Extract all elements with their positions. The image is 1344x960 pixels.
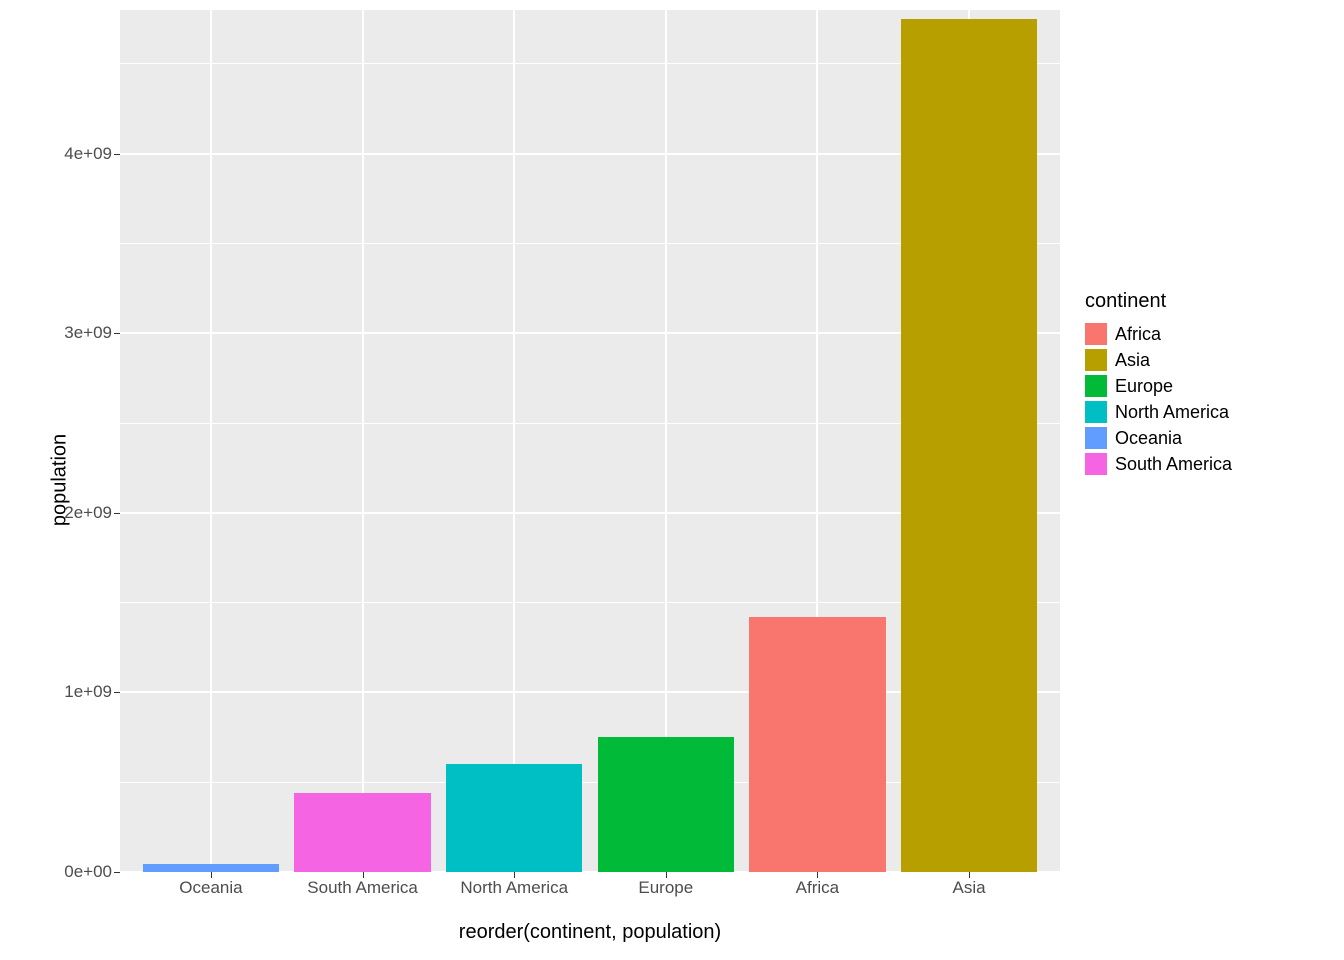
bar (294, 793, 430, 872)
x-axis-label: reorder(continent, population) (120, 921, 1060, 944)
legend-key (1085, 401, 1107, 423)
legend-key (1085, 453, 1107, 475)
bar (598, 737, 734, 872)
xtick-label: North America (460, 878, 568, 898)
legend-item: Europe (1085, 375, 1232, 397)
legend-title: continent (1085, 290, 1232, 313)
x-ticks: Oceania South America North America Europe A… (120, 872, 1060, 912)
legend-label: Asia (1115, 350, 1150, 371)
legend-key (1085, 375, 1107, 397)
ytick-label: 2e+09 (64, 503, 112, 523)
legend-item: Africa (1085, 323, 1232, 345)
legend-label: Oceania (1115, 428, 1182, 449)
legend-item: Asia (1085, 349, 1232, 371)
bar (446, 764, 582, 872)
ytick-label: 0e+00 (64, 862, 112, 882)
legend-label: Africa (1115, 324, 1161, 345)
legend-key (1085, 349, 1107, 371)
bar (749, 617, 885, 872)
xtick-label: Asia (952, 878, 985, 898)
legend-key (1085, 323, 1107, 345)
ytick-label: 4e+09 (64, 144, 112, 164)
gridline-v (210, 10, 212, 872)
xtick-label: Oceania (179, 878, 242, 898)
legend-label: North America (1115, 402, 1229, 423)
ytick-label: 3e+09 (64, 323, 112, 343)
legend-label: South America (1115, 454, 1232, 475)
ytick-mark (114, 513, 120, 514)
chart-container: population 0e+001e+092e+093e+094e+09 Oce… (0, 0, 1344, 960)
legend-label: Europe (1115, 376, 1173, 397)
plot-area (120, 10, 1060, 872)
bar (901, 19, 1037, 872)
xtick-label: South America (307, 878, 418, 898)
xtick-label: Europe (638, 878, 693, 898)
legend-item: North America (1085, 401, 1232, 423)
ytick-mark (114, 333, 120, 334)
legend-item: Oceania (1085, 427, 1232, 449)
bar (143, 864, 279, 872)
ytick-label: 1e+09 (64, 682, 112, 702)
legend-key (1085, 427, 1107, 449)
gridline-v (362, 10, 364, 872)
xtick-label: Africa (796, 878, 839, 898)
legend: continent Africa Asia Europe North America O… (1085, 290, 1232, 479)
ytick-mark (114, 692, 120, 693)
gridline-v (513, 10, 515, 872)
ytick-mark (114, 154, 120, 155)
plot-panel (120, 10, 1060, 872)
legend-item: South America (1085, 453, 1232, 475)
